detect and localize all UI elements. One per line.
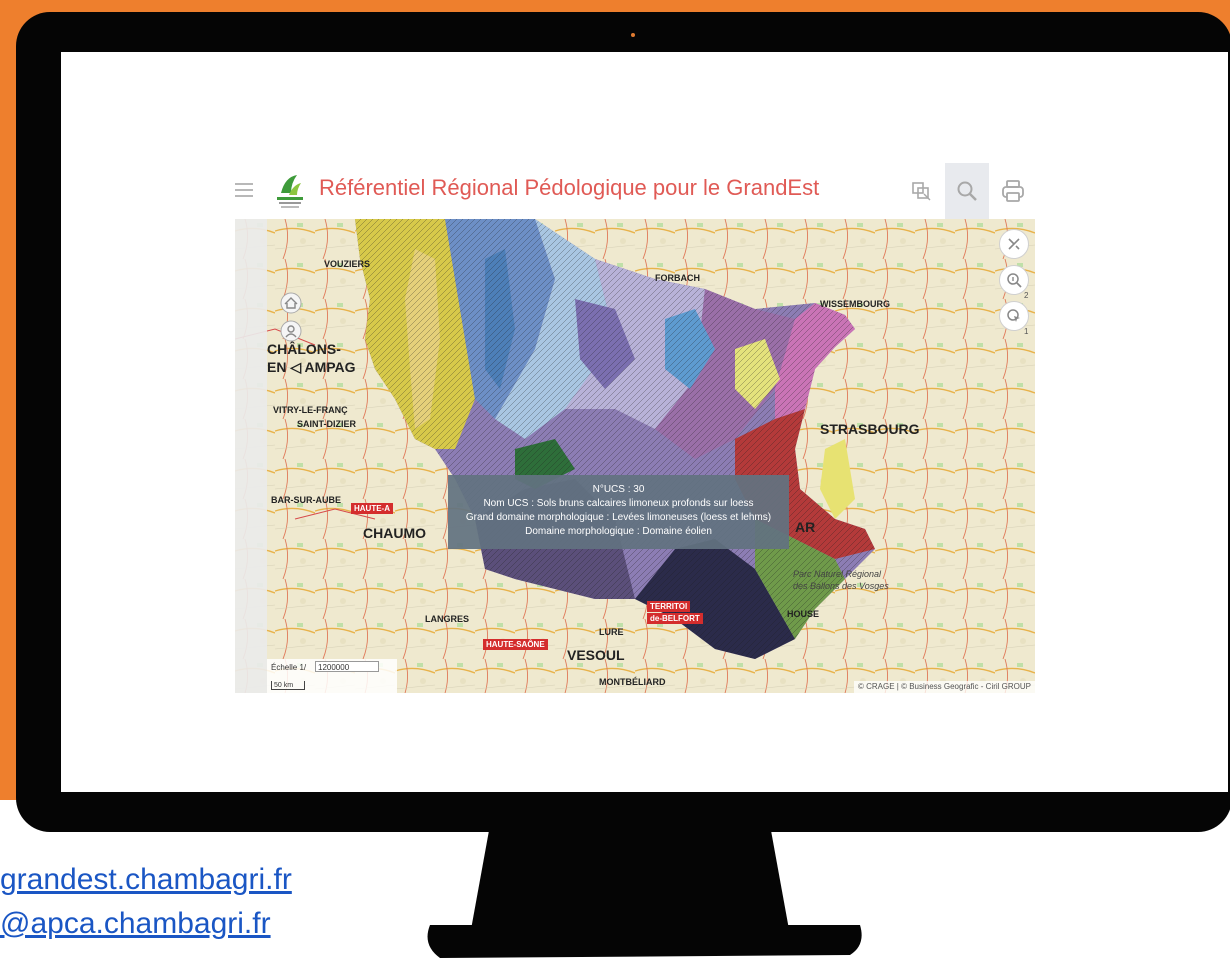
place-label: VESOUL <box>567 647 625 663</box>
place-label: Parc Naturel Régional <box>793 569 882 579</box>
monitor-screen: Référentiel Régional Pédologique pour le… <box>61 52 1228 792</box>
popup-ucs-name: Nom UCS : Sols bruns calcaires limoneux … <box>483 498 754 509</box>
popup-ucs-number: N°UCS : 30 <box>592 484 645 495</box>
print-button[interactable] <box>991 163 1035 219</box>
menu-icon[interactable] <box>235 183 253 199</box>
contact-links: grandest.chambagri.fr @apca.chambagri.fr <box>0 858 292 946</box>
layers-icon <box>912 182 931 201</box>
zoom-info-badge: 2 <box>1024 291 1029 300</box>
select-pointer-icon <box>1007 309 1020 322</box>
print-icon <box>1002 180 1024 202</box>
place-label: CHÂLONS- <box>267 341 341 357</box>
search-icon <box>957 181 977 201</box>
map-attribution: © CRAGE | © Business Geografic - Ciril G… <box>853 681 1035 693</box>
place-label: TERRITOI <box>647 601 691 612</box>
place-label: CHAUMO <box>363 525 426 541</box>
map-app-window: Référentiel Régional Pédologique pour le… <box>235 163 1035 693</box>
place-label: VOUZIERS <box>324 259 371 269</box>
place-label: WISSEMBOURG <box>820 299 891 309</box>
scale-bar: 50 km <box>271 681 305 690</box>
app-header: Référentiel Régional Pédologique pour le… <box>235 163 1035 219</box>
locate-icon[interactable] <box>280 320 302 342</box>
website-link[interactable]: grandest.chambagri.fr <box>0 858 292 902</box>
map-side-strip <box>235 219 267 693</box>
place-label: HAUTE-A <box>351 503 393 514</box>
measure-tool-icon <box>1008 238 1020 250</box>
popup-grand-domaine: Grand domaine morphologique : Levées lim… <box>465 512 772 523</box>
soil-map-layer <box>235 219 1035 693</box>
search-button[interactable] <box>945 163 989 219</box>
place-label: des Ballons des Vosges <box>793 581 889 591</box>
home-icon[interactable] <box>280 292 302 314</box>
map-canvas[interactable]: 2 1 VOUZIERS CHÂLONS- EN ◁ AMPAG VITRY-L… <box>235 219 1035 693</box>
place-label: MONTBÉLIARD <box>599 677 666 687</box>
popup-domaine: Domaine morphologique : Domaine éolien <box>525 526 712 537</box>
place-label: STRASBOURG <box>820 421 920 437</box>
feature-info-popup: N°UCS : 30 Nom UCS : Sols bruns calcaire… <box>448 475 789 549</box>
place-label: VITRY-LE-FRANÇ <box>273 405 348 415</box>
place-label: LURE <box>599 627 624 637</box>
zoom-info-icon <box>1007 273 1022 288</box>
place-label: EN ◁ AMPAG <box>267 359 356 375</box>
scale-control: Échelle 1/ 1200000 50 km <box>267 659 397 693</box>
scale-input[interactable]: 1200000 <box>315 661 379 672</box>
place-label: BAR-SUR-AUBE <box>271 495 341 505</box>
email-link[interactable]: @apca.chambagri.fr <box>0 902 292 946</box>
measure-tool-button[interactable] <box>999 229 1029 259</box>
app-title: Référentiel Régional Pédologique pour le… <box>319 175 820 200</box>
place-label: AR <box>795 519 816 535</box>
place-label: HOUSE <box>787 609 820 619</box>
place-label: HAUTE-SAÔNE <box>483 639 548 650</box>
place-label: SAINT-DIZIER <box>297 419 357 429</box>
select-pointer-badge: 1 <box>1024 327 1029 336</box>
scale-label: Échelle 1/ <box>271 663 307 672</box>
place-label: LANGRES <box>425 614 470 624</box>
place-label: FORBACH <box>655 273 700 283</box>
camera-dot <box>631 33 635 37</box>
chambre-agriculture-logo <box>277 175 303 208</box>
layers-button[interactable] <box>899 163 943 219</box>
place-label: de-BELFORT <box>647 613 703 624</box>
